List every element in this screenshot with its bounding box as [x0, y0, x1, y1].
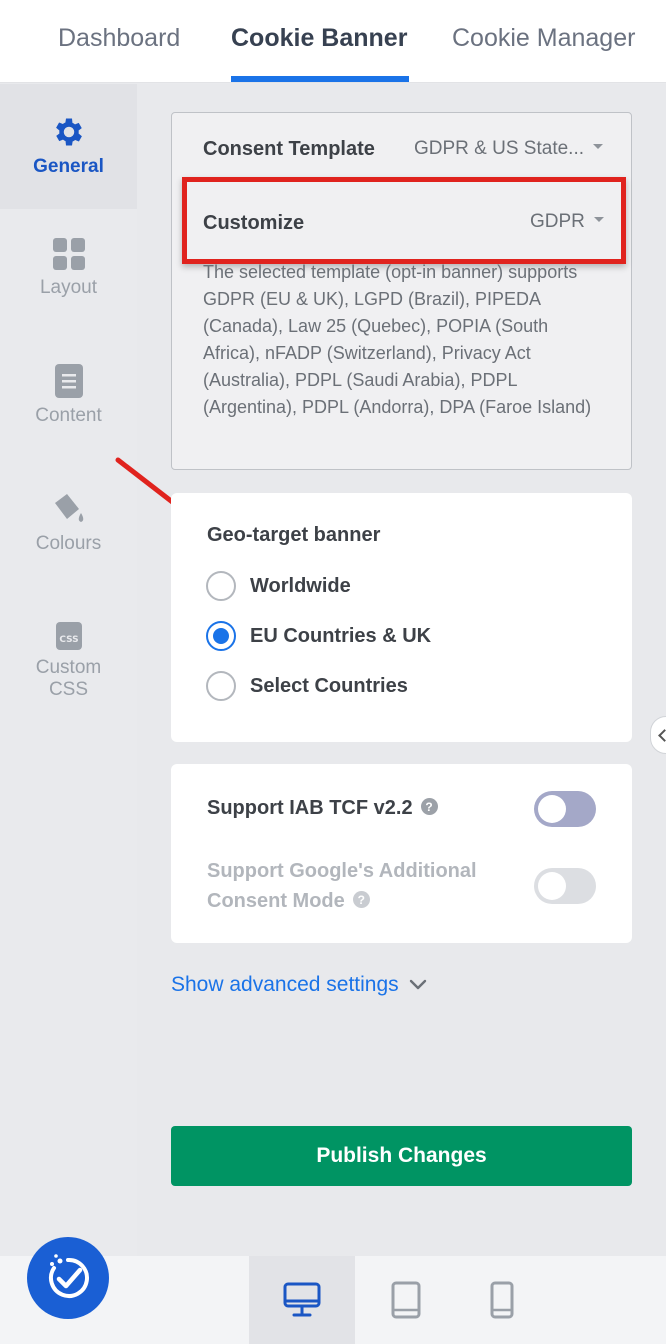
tab-cookie-banner[interactable]: Cookie Banner: [231, 24, 407, 53]
mobile-icon: [490, 1281, 514, 1319]
publish-changes-button[interactable]: Publish Changes: [171, 1126, 632, 1186]
sidebar-item-layout[interactable]: Layout: [0, 237, 137, 299]
gcm-text: Support Google's Additional Consent Mode: [207, 860, 477, 912]
help-icon[interactable]: ?: [352, 891, 370, 909]
css-file-icon: CSS: [55, 622, 82, 650]
google-consent-mode-toggle[interactable]: [534, 868, 596, 904]
gear-icon: [55, 118, 82, 146]
radio-label: EU Countries & UK: [250, 624, 432, 647]
svg-text:CSS: CSS: [59, 635, 78, 645]
active-tab-indicator: [231, 76, 409, 82]
consent-template-value: GDPR & US State...: [414, 138, 584, 159]
toggle-knob: [538, 795, 566, 823]
desktop-icon: [283, 1282, 321, 1317]
advanced-link-text: Show advanced settings: [171, 973, 399, 996]
tab-cookie-manager[interactable]: Cookie Manager: [452, 24, 635, 53]
sidebar-item-label: Custom CSS: [35, 657, 102, 700]
radio-worldwide[interactable]: Worldwide: [206, 570, 351, 602]
sidebar-item-custom-css[interactable]: CSS Custom CSS: [0, 621, 137, 701]
iab-tcf-label: Support IAB TCF v2.2?: [207, 797, 438, 820]
sidebar-item-content[interactable]: Content: [0, 363, 137, 427]
iab-tcf-text: Support IAB TCF v2.2: [207, 797, 413, 819]
google-consent-mode-label: Support Google's Additional Consent Mode…: [207, 856, 527, 916]
sidebar-item-label: Colours: [35, 533, 102, 554]
consent-template-dropdown[interactable]: GDPR & US State...: [414, 138, 603, 160]
radio-label: Select Countries: [250, 674, 408, 697]
highlight-box: [182, 177, 626, 264]
radio-button[interactable]: [206, 571, 236, 601]
grid-icon: [52, 238, 85, 270]
show-advanced-settings-link[interactable]: Show advanced settings: [171, 973, 427, 997]
tab-dashboard[interactable]: Dashboard: [58, 24, 180, 53]
device-mobile-button[interactable]: [449, 1256, 555, 1344]
toggle-knob: [538, 872, 566, 900]
top-tab-bar: Dashboard Cookie Banner Cookie Manager: [0, 0, 666, 83]
tablet-icon: [391, 1281, 421, 1319]
sidebar-item-label: Layout: [39, 277, 98, 298]
sidebar-item-general[interactable]: General: [0, 84, 137, 209]
radio-button[interactable]: [206, 621, 236, 651]
device-desktop-button[interactable]: [249, 1256, 355, 1344]
radio-button[interactable]: [206, 671, 236, 701]
radio-label: Worldwide: [250, 574, 351, 597]
device-tablet-button[interactable]: [353, 1256, 459, 1344]
chevron-down-icon: [593, 144, 603, 150]
template-description: The selected template (opt-in banner) su…: [203, 262, 592, 417]
paint-bucket-icon: [54, 494, 83, 522]
help-icon[interactable]: ?: [420, 798, 438, 816]
sidebar-item-label: Content: [35, 405, 102, 426]
iab-tcf-toggle[interactable]: [534, 791, 596, 827]
check-shield-icon: [48, 1254, 89, 1298]
chevron-down-icon: [409, 979, 426, 990]
compliance-badge-button[interactable]: [27, 1237, 109, 1319]
consent-template-label: Consent Template: [203, 138, 375, 160]
sidebar-item-label: General: [33, 156, 104, 177]
document-icon: [54, 364, 83, 398]
geo-target-title: Geo-target banner: [207, 524, 381, 546]
radio-select-countries[interactable]: Select Countries: [206, 670, 408, 702]
radio-eu-countries-uk[interactable]: EU Countries & UK: [206, 620, 431, 652]
